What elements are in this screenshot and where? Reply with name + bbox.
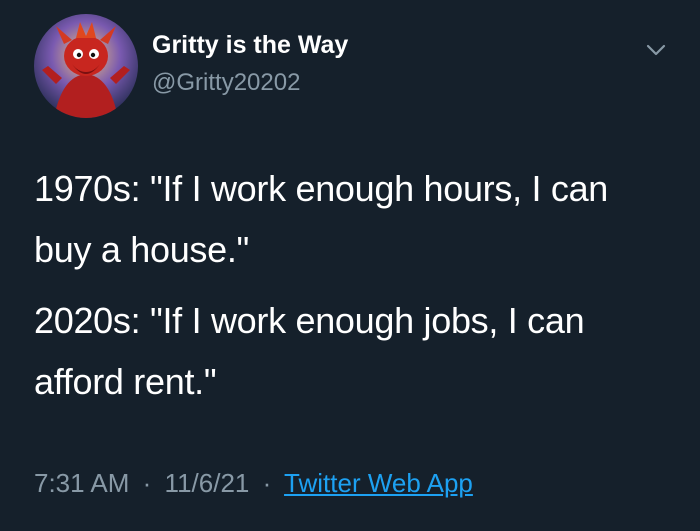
tweet-card: Gritty is the Way @Gritty20202 1970s: "I… <box>0 0 700 531</box>
author-handle[interactable]: @Gritty20202 <box>152 69 300 97</box>
meta-separator: · <box>142 468 152 498</box>
avatar-image <box>34 14 138 118</box>
tweet-date[interactable]: 11/6/21 <box>165 468 250 498</box>
tweet-text: 1970s: "If I work enough hours, I can bu… <box>34 158 674 422</box>
tweet-line-1970s: 1970s: "If I work enough hours, I can bu… <box>34 168 609 270</box>
author-display-name[interactable]: Gritty is the Way <box>152 31 348 60</box>
tweet-time[interactable]: 7:31 AM <box>34 468 129 498</box>
tweet-line-2020s: 2020s: "If I work enough jobs, I can aff… <box>34 300 585 402</box>
avatar[interactable] <box>34 14 138 118</box>
tweet-meta: 7:31 AM · 11/6/21 · Twitter Web App <box>34 468 473 499</box>
meta-separator: · <box>262 468 272 498</box>
chevron-down-icon[interactable] <box>642 36 670 64</box>
tweet-source-link[interactable]: Twitter Web App <box>284 468 473 498</box>
